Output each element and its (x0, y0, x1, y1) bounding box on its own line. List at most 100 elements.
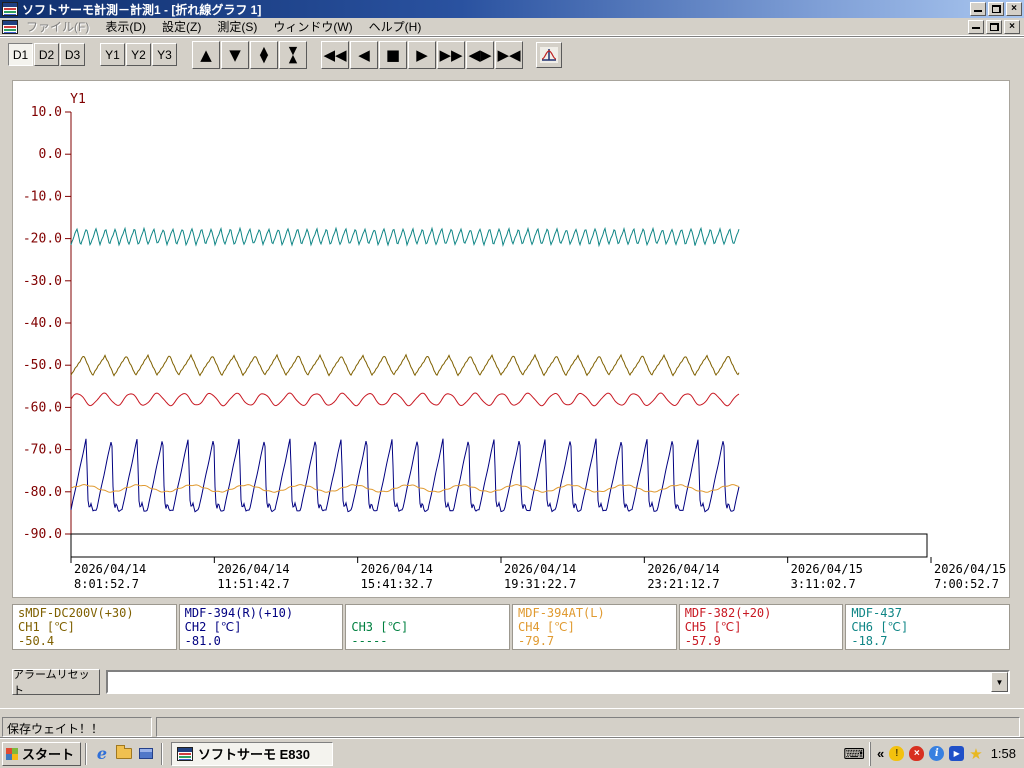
restore-icon (989, 22, 999, 31)
channel-value: -57.9 (684, 634, 721, 648)
stop-button[interactable]: ■ (379, 40, 407, 69)
child-close-button[interactable]: × (1004, 19, 1020, 34)
start-label: スタート (22, 747, 75, 762)
task-button-softthermo[interactable]: ソフトサーモ E830 (171, 741, 334, 766)
fast-forward-button[interactable]: ▶ ▶ (437, 40, 465, 69)
folder-icon[interactable] (114, 744, 134, 764)
collapse-vertical-icon: ▲ (288, 51, 298, 65)
security-alert-icon[interactable]: × (909, 746, 925, 761)
step-back-icon: ◀ (358, 45, 370, 64)
child-minimize-button[interactable] (968, 19, 984, 34)
internet-explorer-icon[interactable]: e (92, 744, 112, 764)
graph-settings-button[interactable] (536, 41, 562, 68)
legend-cell-ch5: MDF-382(+20) CH5 [℃] -57.9 (678, 604, 844, 650)
svg-text:2026/04/14: 2026/04/14 (217, 562, 289, 576)
svg-text:2026/04/14: 2026/04/14 (647, 562, 719, 576)
rewind-button[interactable]: ◀ ◀ (321, 40, 349, 69)
close-button[interactable]: × (1006, 2, 1022, 16)
step-forward-icon: ▶ (416, 45, 428, 64)
svg-text:2026/04/14: 2026/04/14 (504, 562, 576, 576)
channel-label: CH5 [℃] (684, 620, 742, 634)
collapse-vertical-button[interactable]: ▼ ▲ (279, 40, 307, 69)
alarm-reset-button[interactable]: アラームリセット (12, 669, 100, 697)
keyboard-layout-icon[interactable]: ⌨ (843, 745, 865, 763)
svg-text:19:31:22.7: 19:31:22.7 (504, 577, 576, 591)
svg-text:-40.0: -40.0 (23, 316, 62, 331)
menu-settings[interactable]: 設定(Z) (154, 17, 209, 36)
menu-measure[interactable]: 測定(S) (209, 17, 265, 36)
channel-value: -18.7 (851, 634, 888, 648)
svg-text:Y1: Y1 (70, 92, 86, 107)
transport-button-group: ▲ ▼ ▲ ▼ ▼ ▲ ◀ ◀ ◀ ■ ▶ ▶ ▶ ◀ ▶ ▶ ◀ (192, 40, 524, 69)
legend-cell-ch6: MDF-437 CH6 [℃] -18.7 (845, 604, 1011, 650)
star-icon[interactable]: ★ (969, 745, 982, 763)
tray-overflow-chevron[interactable]: « (877, 746, 884, 761)
taskbar-divider (85, 742, 88, 765)
channel-title: MDF-437 (851, 606, 902, 620)
alarm-combobox-value[interactable] (108, 672, 991, 692)
mdi-client-area: Y1 10.0 0.0 -10.0 -20.0 -30.0 -40.0 -50.0 -60.0 -… (0, 72, 1024, 708)
svg-text:0.0: 0.0 (39, 147, 62, 162)
stop-icon: ■ (385, 45, 401, 64)
menu-window[interactable]: ウィンドウ(W) (265, 17, 360, 36)
scroll-down-button[interactable]: ▼ (221, 40, 249, 69)
step-forward-button[interactable]: ▶ (408, 40, 436, 69)
windows-logo-icon (6, 747, 18, 760)
svg-text:15:41:32.7: 15:41:32.7 (361, 577, 433, 591)
alarm-combobox[interactable]: ▼ (106, 670, 1010, 694)
expand-vertical-button[interactable]: ▲ ▼ (250, 40, 278, 69)
menu-bar: ファイル(F) 表示(D) 設定(Z) 測定(S) ウィンドウ(W) ヘルプ(H… (0, 18, 1024, 36)
menu-view[interactable]: 表示(D) (97, 17, 154, 36)
svg-text:10.0: 10.0 (31, 105, 62, 120)
channel-title: MDF-394AT(L) (518, 606, 605, 620)
combobox-dropdown-button[interactable]: ▼ (991, 672, 1008, 692)
svg-text:-20.0: -20.0 (23, 232, 62, 247)
svg-text:7:00:52.7: 7:00:52.7 (934, 577, 999, 591)
channel-title: sMDF-DC200V(+30) (18, 606, 134, 620)
channel-label: CH3 [℃] (351, 620, 409, 634)
channel-title: MDF-382(+20) (684, 606, 772, 620)
d2-button[interactable]: D2 (34, 43, 59, 66)
collapse-horizontal-icon: ◀ (509, 45, 521, 64)
child-restore-button[interactable] (986, 19, 1002, 34)
d3-button[interactable]: D3 (60, 43, 85, 66)
info-balloon-icon[interactable]: i (929, 746, 945, 761)
legend-cell-ch3: CH3 [℃] ----- (345, 604, 511, 650)
minimize-icon (974, 5, 982, 12)
channel-title: MDF-394(R)(+10) (184, 606, 294, 620)
restore-button[interactable] (988, 2, 1004, 16)
y1-button[interactable]: Y1 (100, 43, 125, 66)
security-warning-icon[interactable]: ! (889, 746, 905, 761)
step-back-button[interactable]: ◀ (350, 40, 378, 69)
line-chart: Y1 10.0 0.0 -10.0 -20.0 -30.0 -40.0 -50.0 -60.0 -… (23, 92, 1006, 591)
status-panel-secondary (156, 717, 1020, 737)
svg-text:2026/04/14: 2026/04/14 (361, 562, 433, 576)
media-play-icon[interactable]: ▶ (949, 746, 965, 761)
scroll-down-icon: ▼ (229, 45, 241, 64)
toolbar: D1 D2 D3 Y1 Y2 Y3 ▲ ▼ ▲ ▼ ▼ ▲ ◀ ◀ ◀ ■ ▶ ▶ ▶ ◀ ▶ ▶ ◀ (0, 36, 1024, 72)
y2-button[interactable]: Y2 (126, 43, 151, 66)
collapse-horizontal-icon: ▶ (497, 45, 509, 64)
title-bar: ソフトサーモ計測－計測1 - [折れ線グラフ 1] × (0, 0, 1024, 18)
svg-text:-50.0: -50.0 (23, 358, 62, 373)
show-desktop-icon[interactable] (136, 744, 156, 764)
expand-horizontal-button[interactable]: ◀ ▶ (466, 40, 494, 69)
legend-cell-ch4: MDF-394AT(L) CH4 [℃] -79.7 (512, 604, 677, 650)
channel-value: ----- (351, 634, 388, 648)
system-tray: ⌨ « ! × i ▶ ★ 1:58 (837, 741, 1022, 766)
d1-button[interactable]: D1 (8, 43, 33, 66)
scroll-up-button[interactable]: ▲ (192, 40, 220, 69)
minimize-button[interactable] (970, 2, 986, 16)
svg-text:2026/04/15: 2026/04/15 (934, 562, 1006, 576)
svg-text:-30.0: -30.0 (23, 274, 62, 289)
expand-horizontal-icon: ▶ (480, 45, 492, 64)
channel-label: CH2 [℃] (184, 620, 242, 634)
window-title: ソフトサーモ計測－計測1 - [折れ線グラフ 1] (22, 2, 262, 17)
menu-file[interactable]: ファイル(F) (18, 17, 97, 36)
menu-help[interactable]: ヘルプ(H) (361, 17, 430, 36)
y3-button[interactable]: Y3 (152, 43, 177, 66)
start-button[interactable]: スタート (2, 741, 82, 766)
channel-label: CH6 [℃] (851, 620, 909, 634)
collapse-horizontal-button[interactable]: ▶ ◀ (495, 40, 523, 69)
status-message: 保存ウェイト！！ (2, 717, 152, 737)
